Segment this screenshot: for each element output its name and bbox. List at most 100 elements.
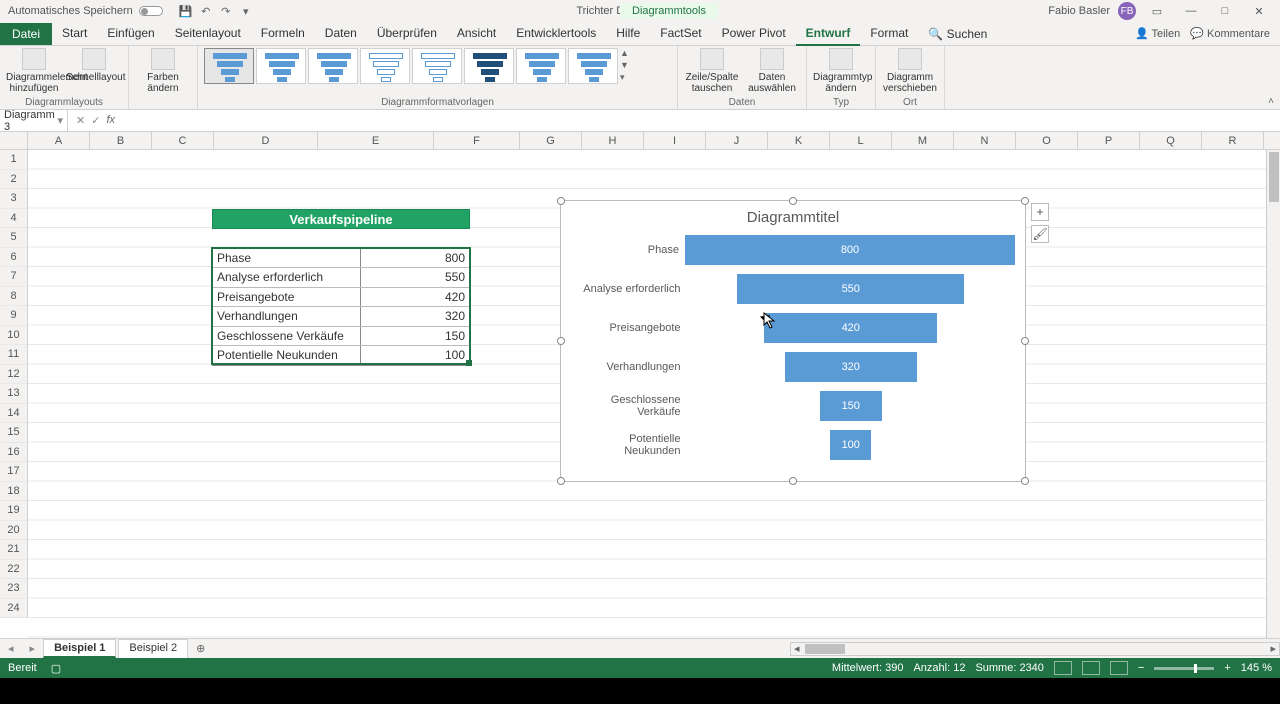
save-icon[interactable]: 💾 (179, 4, 193, 18)
chart-style-3[interactable] (308, 48, 358, 84)
sheet-tab[interactable]: Beispiel 2 (118, 639, 188, 658)
table-cell-value[interactable]: 550 (361, 268, 469, 286)
undo-icon[interactable]: ↶ (199, 4, 213, 18)
row-header[interactable]: 16 (0, 443, 28, 463)
resize-handle-br[interactable] (1021, 477, 1029, 485)
tab-entwurf[interactable]: Entwurf (796, 22, 861, 46)
row-header[interactable]: 19 (0, 501, 28, 521)
tab-format[interactable]: Format (860, 22, 918, 46)
column-header[interactable]: H (582, 132, 644, 149)
table-cell-label[interactable]: Geschlossene Verkäufe (213, 327, 361, 345)
resize-handle-tl[interactable] (557, 197, 565, 205)
close-icon[interactable]: ✕ (1246, 5, 1272, 18)
chart-styles-button[interactable]: 🖌 (1031, 225, 1049, 243)
column-header[interactable]: G (520, 132, 582, 149)
chart-style-2[interactable] (256, 48, 306, 84)
row-header[interactable]: 17 (0, 462, 28, 482)
chart-plot-area[interactable]: Phase800Analyse erforderlich550Preisange… (561, 230, 1025, 470)
table-cell-value[interactable]: 320 (361, 307, 469, 325)
autosave-toggle[interactable] (139, 6, 163, 16)
chart-title[interactable]: Diagrammtitel (561, 201, 1025, 230)
column-header[interactable]: D (214, 132, 318, 149)
resize-handle-bl[interactable] (557, 477, 565, 485)
tab-überprüfen[interactable]: Überprüfen (367, 22, 447, 46)
row-header[interactable]: 3 (0, 189, 28, 209)
chart-style-6[interactable] (464, 48, 514, 84)
table-cell-label[interactable]: Preisangebote (213, 288, 361, 306)
avatar[interactable]: FB (1118, 2, 1136, 20)
row-header[interactable]: 2 (0, 170, 28, 190)
row-header[interactable]: 24 (0, 599, 28, 619)
view-page-layout-icon[interactable] (1082, 661, 1100, 675)
column-header[interactable]: B (90, 132, 152, 149)
column-header[interactable]: M (892, 132, 954, 149)
table-row[interactable]: Preisangebote420 (213, 288, 469, 307)
tab-daten[interactable]: Daten (315, 22, 367, 46)
row-header[interactable]: 8 (0, 287, 28, 307)
funnel-bar[interactable]: 550 (737, 274, 964, 304)
chart-style-7[interactable] (516, 48, 566, 84)
column-header[interactable]: Q (1140, 132, 1202, 149)
chart-style-1[interactable] (204, 48, 254, 84)
row-header[interactable]: 14 (0, 404, 28, 424)
table-cell-label[interactable]: Potentielle Neukunden (213, 346, 361, 365)
file-tab[interactable]: Datei (0, 23, 52, 45)
column-header[interactable]: O (1016, 132, 1078, 149)
maximize-icon[interactable]: □ (1212, 5, 1238, 17)
cells-area[interactable]: Verkaufspipeline Phase800Analyse erforde… (28, 150, 1280, 638)
chart-object[interactable]: Diagrammtitel Phase800Analyse erforderli… (560, 200, 1026, 482)
style-gallery-down-icon[interactable]: ▼ (620, 60, 634, 70)
row-header[interactable]: 15 (0, 423, 28, 443)
row-header[interactable]: 12 (0, 365, 28, 385)
resize-handle-tm[interactable] (789, 197, 797, 205)
column-header[interactable]: N (954, 132, 1016, 149)
table-row[interactable]: Verhandlungen320 (213, 307, 469, 326)
worksheet-grid[interactable]: ABCDEFGHIJKLMNOPQR 123456789101112131415… (0, 132, 1280, 638)
row-header[interactable]: 9 (0, 306, 28, 326)
table-cell-label[interactable]: Phase (213, 249, 361, 267)
zoom-out-icon[interactable]: − (1138, 662, 1144, 674)
table-row[interactable]: Phase800 (213, 249, 469, 268)
funnel-bar[interactable]: 800 (685, 235, 1015, 265)
sheet-tab[interactable]: Beispiel 1 (43, 639, 116, 658)
tab-formeln[interactable]: Formeln (251, 22, 315, 46)
tab-einfügen[interactable]: Einfügen (97, 22, 164, 46)
column-header[interactable]: E (318, 132, 434, 149)
row-header[interactable]: 13 (0, 384, 28, 404)
resize-handle-tr[interactable] (1021, 197, 1029, 205)
row-header[interactable]: 22 (0, 560, 28, 580)
funnel-bar[interactable]: 320 (785, 352, 917, 382)
change-chart-type-button[interactable]: Diagrammtyp ändern (813, 48, 869, 94)
quick-layout-button[interactable]: Schnelllayout (66, 48, 122, 83)
table-cell-value[interactable]: 100 (361, 346, 469, 365)
horizontal-scrollbar[interactable]: ◂▸ (790, 642, 1280, 656)
qat-more-icon[interactable]: ▾ (239, 4, 253, 18)
select-all-corner[interactable] (0, 132, 28, 149)
tab-power pivot[interactable]: Power Pivot (712, 22, 796, 46)
zoom-in-icon[interactable]: + (1224, 662, 1230, 674)
resize-handle-bm[interactable] (789, 477, 797, 485)
row-header[interactable]: 4 (0, 209, 28, 229)
table-row[interactable]: Geschlossene Verkäufe150 (213, 327, 469, 346)
table-title[interactable]: Verkaufspipeline (212, 209, 470, 229)
row-header[interactable]: 11 (0, 345, 28, 365)
zoom-level[interactable]: 145 % (1241, 662, 1272, 674)
column-header[interactable]: P (1078, 132, 1140, 149)
collapse-ribbon-icon[interactable]: ˄ (1268, 96, 1274, 107)
row-header[interactable]: 21 (0, 540, 28, 560)
enter-formula-icon[interactable]: ✓ (91, 114, 100, 127)
tab-start[interactable]: Start (52, 22, 97, 46)
chart-style-8[interactable] (568, 48, 618, 84)
funnel-bar[interactable]: 420 (764, 313, 937, 343)
switch-row-col-button[interactable]: Zeile/Spalte tauschen (684, 48, 740, 94)
style-gallery-up-icon[interactable]: ▲ (620, 48, 634, 58)
name-box[interactable]: Diagramm 3▾ (0, 109, 68, 133)
column-header[interactable]: F (434, 132, 520, 149)
zoom-slider[interactable] (1154, 667, 1214, 670)
view-page-break-icon[interactable] (1110, 661, 1128, 675)
column-header[interactable]: K (768, 132, 830, 149)
sheet-nav-next-icon[interactable]: ▸ (22, 642, 44, 655)
share-button[interactable]: 👤 Teilen (1135, 27, 1180, 40)
sheet-nav-prev-icon[interactable]: ◂ (0, 642, 22, 655)
redo-icon[interactable]: ↷ (219, 4, 233, 18)
